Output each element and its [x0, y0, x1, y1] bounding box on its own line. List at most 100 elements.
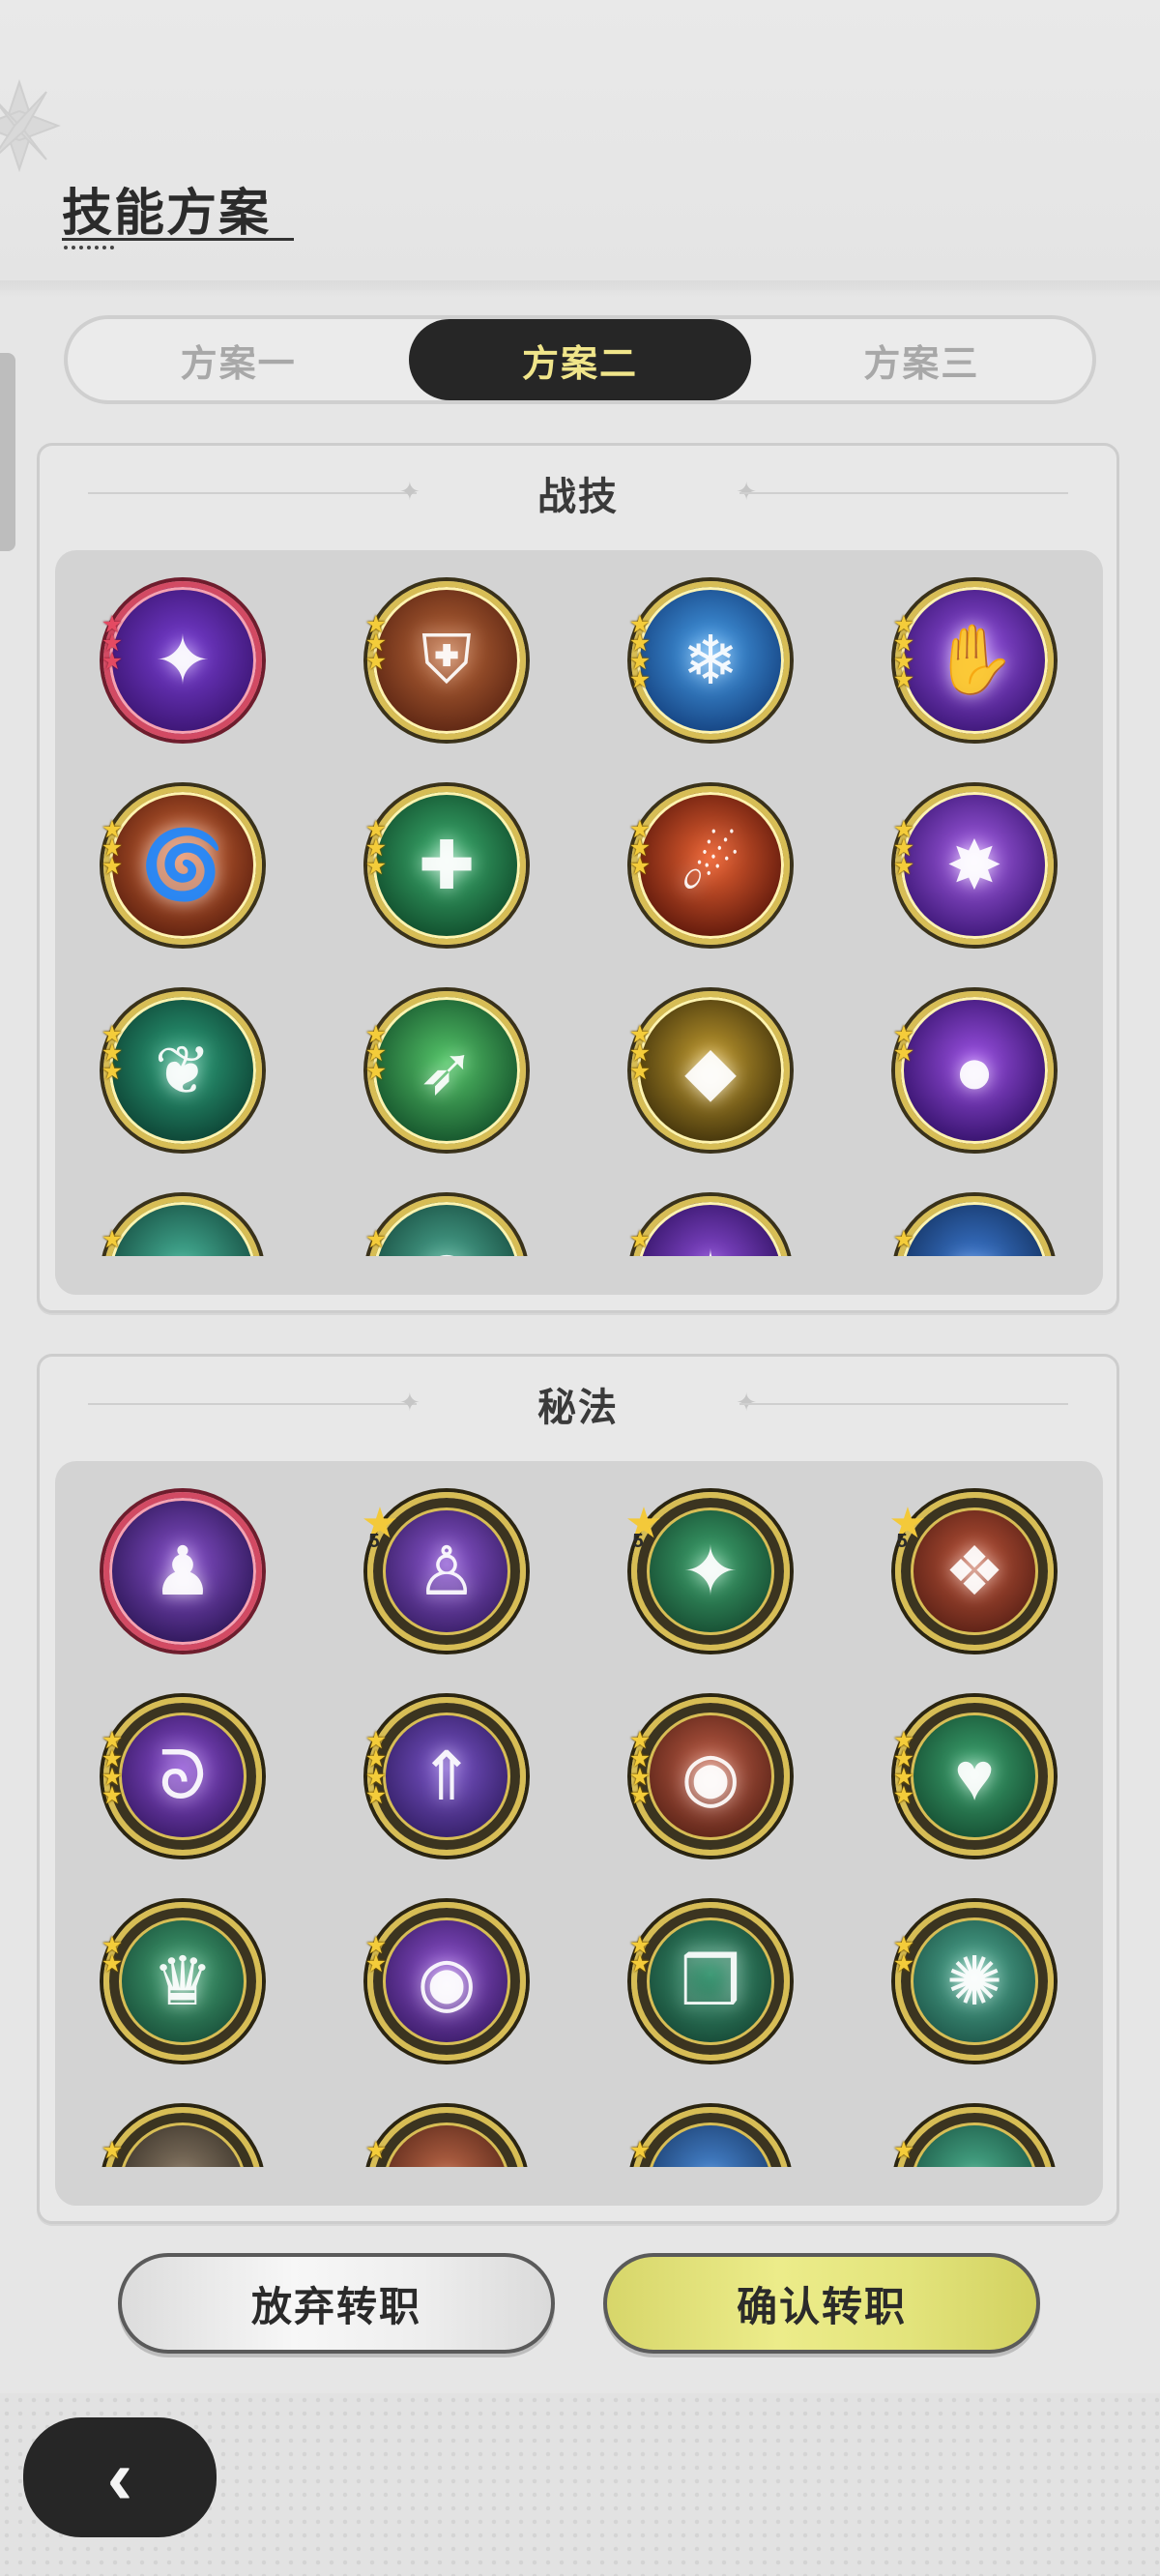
- rarity-stars-icon: ★ ★ ★ ★: [889, 613, 918, 693]
- star-icon: ★: [364, 1782, 388, 1809]
- combat-skill-slot[interactable]: ✸ ★ ★ ★: [893, 786, 1054, 945]
- star-badge-icon: ★ 5: [624, 1503, 664, 1553]
- star-icon: ★: [892, 666, 915, 693]
- rarity-stars-icon: ★ ★ ★: [98, 1023, 127, 1084]
- combat-skill-slot[interactable]: 🌀 ★ ★ ★: [102, 786, 262, 945]
- divider-line: [740, 492, 1068, 494]
- star-icon: ★: [364, 853, 388, 880]
- tab-plan-3[interactable]: 方案三: [751, 319, 1092, 400]
- combat-skill-slot[interactable]: ⛨ ★ ★ ★: [365, 581, 526, 740]
- arcana-header: ✦ 秘法 ✦: [40, 1357, 1116, 1449]
- star-icon: ★: [364, 1226, 388, 1253]
- arcana-skill-slot[interactable]: ✺ ★ ★: [893, 1902, 1054, 2061]
- violet-shatter-icon: ✸: [945, 828, 1003, 903]
- abandon-class-change-button[interactable]: 放弃转职: [118, 2253, 555, 2354]
- rarity-stars-icon: ★ ★ ★: [98, 818, 127, 880]
- rarity-stars-icon: ★: [889, 1226, 918, 1253]
- star-icon: ★: [892, 853, 915, 880]
- combat-skills-header: ✦ 战技 ✦: [40, 446, 1116, 539]
- rarity-stars-icon: ★ ★ ★ ★: [625, 613, 654, 692]
- green-plus-heal-icon: ✚: [418, 828, 476, 903]
- star-icon: ★: [892, 1039, 915, 1067]
- combat-skill-slot[interactable]: ◆ ★ ★ ★: [628, 991, 790, 1150]
- star-badge-icon: ★ 5: [360, 1503, 400, 1553]
- wind-slash-icon: ➶: [418, 1033, 476, 1108]
- combat-skill-slot[interactable]: ✋ ★ ★ ★ ★: [893, 581, 1054, 740]
- arcana-skill-slot[interactable]: ❒ ★ ★: [629, 1902, 790, 2061]
- star-icon: ★: [101, 1950, 124, 1977]
- violet-swirl-icon: ᘐ: [159, 1738, 207, 1813]
- violet-orb-icon: ●: [953, 1033, 996, 1108]
- star-icon: ★: [892, 2137, 915, 2164]
- star-badge-icon: ★ 5: [887, 1503, 928, 1553]
- combat-skill-slot[interactable]: ✦ ★ ★ ★: [101, 581, 262, 740]
- green-rock-icon: ❒: [680, 1944, 741, 2019]
- rarity-stars-icon: ★ ★: [98, 1934, 127, 1977]
- arcana-skill-slot[interactable]: ◉ ★ ★ ★ ★: [629, 1697, 790, 1856]
- combat-skill-slot[interactable]: ● ★ ★: [893, 991, 1054, 1150]
- header-separator: [0, 280, 1160, 298]
- star-icon: ★: [101, 2137, 124, 2164]
- rarity-stars-icon: ★ ★: [889, 1934, 918, 1976]
- red-vortex-icon: ◉: [681, 1739, 740, 1814]
- fireball-icon: ☄: [680, 828, 741, 903]
- title-dots: [64, 246, 114, 249]
- grid-bottom-edge: [55, 1256, 1103, 1295]
- grid-bottom-edge: [55, 2167, 1103, 2206]
- arcana-skill-slot[interactable]: ♛ ★ ★: [102, 1902, 262, 2061]
- rarity-stars-icon: ★ ★: [889, 1023, 918, 1067]
- rarity-stars-icon: ★ ★: [362, 1934, 391, 1977]
- green-crown-icon: ♛: [152, 1944, 214, 2019]
- plan-tab-bar: 方案一 方案二 方案三: [64, 315, 1096, 404]
- tab-plan-2[interactable]: 方案二: [409, 319, 751, 400]
- rarity-stars-icon: ★ ★ ★: [625, 818, 654, 880]
- arcana-skill-slot[interactable]: ◉ ★ ★: [365, 1902, 526, 2061]
- arcana-skill-slot[interactable]: ⇑ ★ ★ ★ ★: [365, 1697, 526, 1856]
- back-button[interactable]: ‹: [23, 2417, 217, 2537]
- teal-orb-icon: ✺: [945, 1944, 1003, 2019]
- rarity-stars-icon: ★ ★ ★ ★: [625, 1729, 654, 1808]
- rarity-stars-icon: ★ ★ ★ ★: [362, 1729, 391, 1809]
- fire-swirl-icon: 🌀: [140, 827, 225, 902]
- star-icon: ★: [101, 1226, 124, 1253]
- arcana-skill-slot[interactable]: ✦ ★ 5: [624, 1492, 790, 1651]
- star-icon: ★: [101, 853, 124, 880]
- arcana-skill-slot[interactable]: ♙ ★ 5: [361, 1492, 526, 1651]
- combat-skill-slot[interactable]: ☄ ★ ★ ★: [629, 786, 790, 945]
- rarity-stars-icon: ★ ★ ★ ★: [889, 1729, 918, 1809]
- star-level-count: 5: [896, 1531, 908, 1552]
- tab-plan-1[interactable]: 方案一: [68, 319, 409, 400]
- combat-skills-grid: ✦ ★ ★ ★ ⛨ ★ ★ ★ ❄ ★ ★ ★ ★ ✋ ★ ★ ★ ★ 🌀 ★ ★ ★ ✚ ★ ★ ★ ☄ ★ ★ ★ ✸ ★ ★ ★ ❦ ★ ★ ★ ➶ ★…: [55, 550, 1103, 1295]
- arcana-grid: ♟ ♙ ★ 5 ✦ ★ 5 ❖ ★ 5 ᘐ ★ ★ ★ ★ ⇑ ★ ★ ★ ★ ◉ ★ ★ ★ ★ ♥ ★ ★ ★ ★ ♛ ★ ★ ◉ ★ ★ ❒ ★ ★ ✺…: [55, 1461, 1103, 2206]
- rising-figure-icon: ⇑: [418, 1739, 476, 1814]
- rarity-stars-icon: ★: [98, 1226, 127, 1253]
- arcana-skill-slot[interactable]: ♥ ★ ★ ★ ★: [893, 1697, 1054, 1856]
- star-icon: ★: [628, 853, 652, 880]
- violet-star-burst-icon: ✦: [154, 623, 212, 698]
- hooded-mage-icon: ♟: [152, 1534, 214, 1609]
- rarity-stars-icon: ★ ★ ★: [362, 1023, 391, 1085]
- star-icon: ★: [628, 2137, 652, 2164]
- arcana-skill-slot[interactable]: ❖ ★ 5: [888, 1492, 1054, 1651]
- arcana-skill-slot[interactable]: ♟: [103, 1492, 262, 1651]
- rarity-stars-icon: ★ ★ ★: [889, 818, 918, 880]
- thorn-vine-icon: ❦: [154, 1033, 212, 1108]
- star-icon: ★: [892, 1782, 915, 1809]
- combat-skill-slot[interactable]: ❄ ★ ★ ★ ★: [629, 581, 790, 740]
- arcana-skill-slot[interactable]: ᘐ ★ ★ ★ ★: [101, 1697, 262, 1856]
- rarity-stars-icon: ★ ★: [625, 1934, 654, 1976]
- star-icon: ★: [892, 1226, 915, 1253]
- star-icon: ★: [364, 1950, 388, 1977]
- star-icon: ★: [101, 1782, 124, 1809]
- combat-skill-slot[interactable]: ✚ ★ ★ ★: [364, 786, 526, 945]
- star-icon: ★: [364, 1058, 388, 1085]
- star-icon: ★: [101, 648, 124, 675]
- divider-line: [740, 1403, 1068, 1405]
- side-drawer-handle[interactable]: [0, 353, 15, 551]
- combat-skill-slot[interactable]: ➶ ★ ★ ★: [365, 991, 526, 1150]
- confirm-class-change-button[interactable]: 确认转职: [603, 2253, 1040, 2354]
- chevron-left-icon: ‹: [106, 2434, 133, 2520]
- rarity-stars-icon: ★: [625, 1228, 654, 1252]
- star-icon: ★: [628, 1058, 652, 1085]
- combat-skill-slot[interactable]: ❦ ★ ★ ★: [102, 991, 262, 1150]
